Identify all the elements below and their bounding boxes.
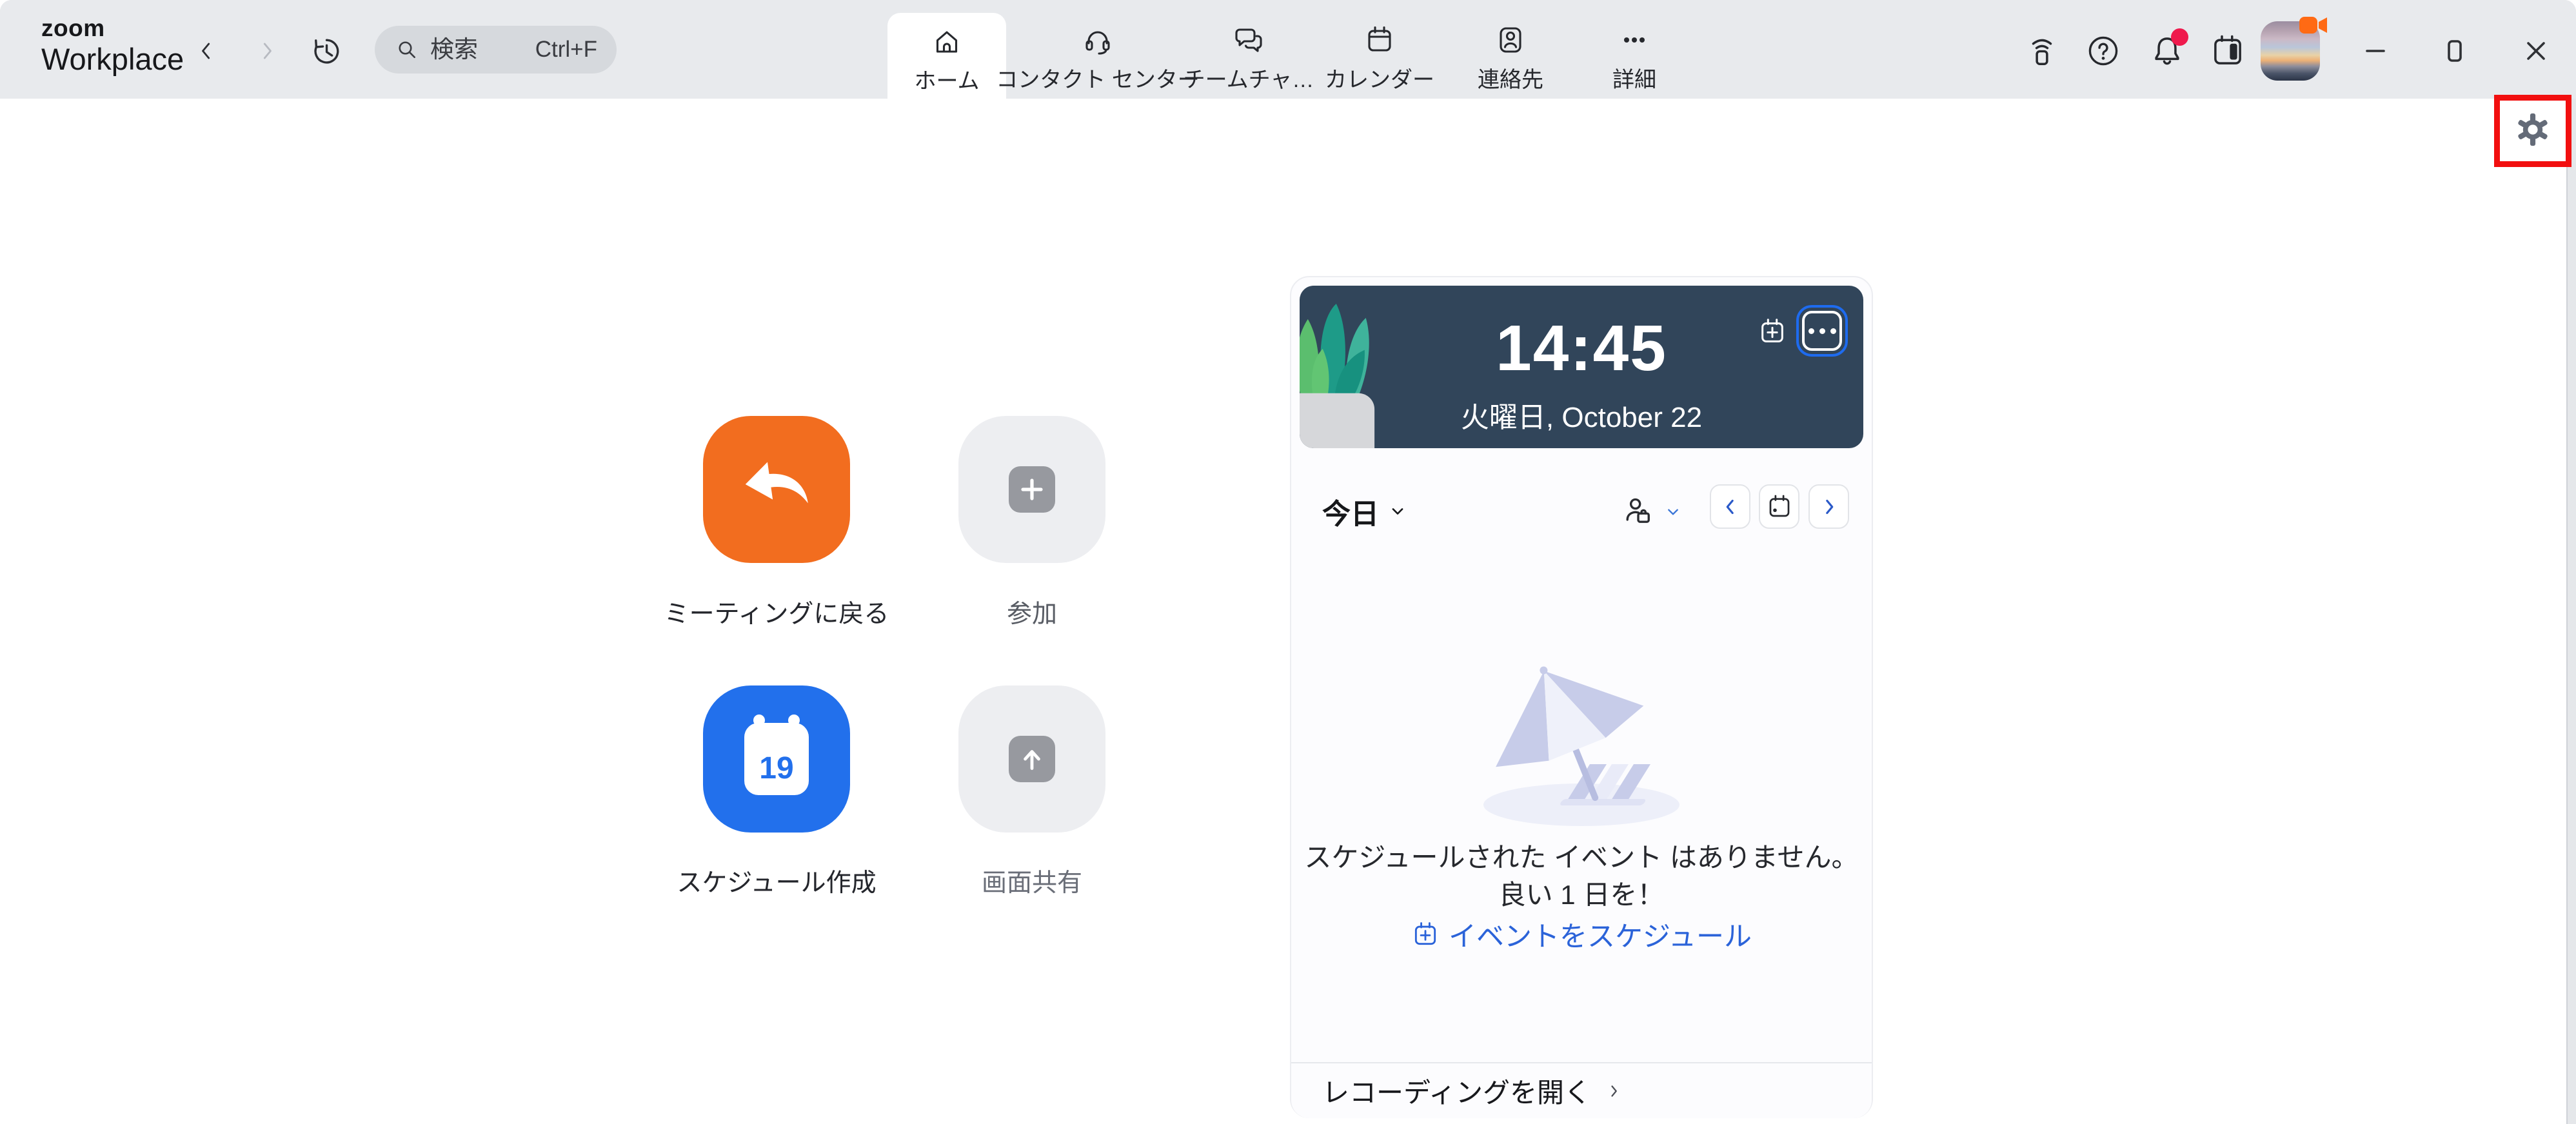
minimize-button[interactable] xyxy=(2355,30,2396,72)
return-to-meeting-button[interactable] xyxy=(703,416,850,563)
previous-day-button[interactable] xyxy=(1710,484,1750,529)
calendar-plus-icon xyxy=(1758,317,1787,346)
empty-state-line1: スケジュールされた イベント はありません。 xyxy=(1291,836,1872,875)
maximize-button[interactable] xyxy=(2434,30,2475,72)
chevron-down-icon xyxy=(1387,500,1409,522)
calendar-19-icon: 19 xyxy=(744,723,809,795)
zoom-workplace-logo: zoom Workplace xyxy=(41,16,184,75)
chevron-right-icon xyxy=(253,37,281,65)
device-signal-icon xyxy=(2025,34,2059,68)
join-button[interactable] xyxy=(958,416,1105,563)
notifications-button[interactable] xyxy=(2147,31,2187,71)
home-content: ミーティングに戻る 参加 19 スケジュール作成 画面共有 xyxy=(0,99,2576,1124)
profile-avatar[interactable] xyxy=(2261,21,2320,81)
share-screen-button[interactable] xyxy=(958,685,1105,833)
help-button[interactable] xyxy=(2083,31,2123,71)
connect-device-button[interactable] xyxy=(2022,31,2062,71)
beach-umbrella-illustration xyxy=(1443,655,1720,829)
schedule-label: スケジュール作成 xyxy=(641,863,912,899)
maximize-icon xyxy=(2439,35,2470,66)
tab-label: ホーム xyxy=(915,63,980,95)
calendar-hook xyxy=(753,715,765,726)
contacts-icon xyxy=(1495,23,1526,57)
person-filter-icon xyxy=(1621,495,1655,529)
scrollbar[interactable] xyxy=(2566,99,2576,1124)
help-icon xyxy=(2086,34,2120,68)
calendar-plus-icon xyxy=(1411,920,1440,949)
close-icon xyxy=(2521,35,2551,66)
calendar-icon xyxy=(1364,23,1395,57)
zoom-workplace-window: zoom Workplace Ctrl+F ホーム コンタクト センター xyxy=(0,0,2576,1124)
tab-label: コンタクト センター xyxy=(996,62,1199,94)
tab-label: 連絡先 xyxy=(1478,62,1543,94)
join-label: 参加 xyxy=(897,594,1167,630)
event-filter-dropdown[interactable] xyxy=(1621,493,1683,531)
title-bar: zoom Workplace Ctrl+F ホーム コンタクト センター xyxy=(0,0,2576,99)
schedule-event-link[interactable]: イベントをスケジュール xyxy=(1291,914,1872,954)
return-to-meeting-label: ミーティングに戻る xyxy=(641,594,912,630)
back-button[interactable] xyxy=(188,33,224,69)
notification-badge xyxy=(2171,28,2188,46)
minimize-icon xyxy=(2360,35,2391,66)
logo-line1: zoom xyxy=(41,16,184,41)
gear-icon xyxy=(2515,112,2551,148)
search-input[interactable] xyxy=(430,36,525,63)
schedule-event-label: イベントをスケジュール xyxy=(1449,914,1752,954)
clock-date: 火曜日, October 22 xyxy=(1300,394,1863,435)
empty-state-line2: 良い 1 日を！ xyxy=(1291,873,1872,912)
home-icon xyxy=(931,25,962,58)
close-button[interactable] xyxy=(2515,30,2557,72)
today-dropdown[interactable]: 今日 xyxy=(1322,491,1409,532)
ellipsis-icon xyxy=(1802,311,1842,351)
history-icon xyxy=(310,34,343,68)
forward-button[interactable] xyxy=(249,33,285,69)
schedule-button[interactable]: 19 xyxy=(703,685,850,833)
tab-label: チームチャ… xyxy=(1184,62,1314,94)
calendar-day-number: 19 xyxy=(759,751,793,786)
headset-icon xyxy=(1082,23,1113,57)
chevron-down-icon xyxy=(1663,502,1683,522)
ellipsis-icon xyxy=(1619,23,1650,57)
chevron-left-icon xyxy=(1718,495,1743,519)
open-recordings-row[interactable]: レコーディングを開く xyxy=(1291,1062,1872,1118)
chevron-right-icon xyxy=(1817,495,1841,519)
chevron-right-icon xyxy=(1604,1081,1623,1101)
open-recordings-label: レコーディングを開く xyxy=(1322,1071,1591,1110)
history-button[interactable] xyxy=(307,32,346,70)
today-label: 今日 xyxy=(1322,491,1379,532)
reply-arrow-icon xyxy=(730,443,824,537)
video-on-status-icon xyxy=(2299,15,2329,37)
clock-more-button[interactable] xyxy=(1796,305,1848,357)
calendar-hook xyxy=(788,715,800,726)
goto-today-button[interactable] xyxy=(1759,484,1799,529)
tab-label: カレンダー xyxy=(1325,62,1434,94)
tab-more[interactable]: 詳細 xyxy=(1557,0,1712,99)
tab-label: 詳細 xyxy=(1612,62,1656,94)
tab-home[interactable]: ホーム xyxy=(887,13,1006,99)
search-shortcut: Ctrl+F xyxy=(535,37,597,63)
share-screen-label: 画面共有 xyxy=(897,863,1167,899)
chat-bubbles-icon xyxy=(1233,23,1264,57)
next-day-button[interactable] xyxy=(1808,484,1849,529)
chevron-left-icon xyxy=(192,37,221,65)
calendar-dot-icon xyxy=(1766,493,1793,520)
plus-icon xyxy=(1009,466,1055,513)
settings-button[interactable] xyxy=(2512,108,2554,151)
logo-line2: Workplace xyxy=(41,43,184,75)
search-icon xyxy=(394,37,420,63)
search-box[interactable]: Ctrl+F xyxy=(375,26,617,74)
clock-widget: 14:45 火曜日, October 22 xyxy=(1300,286,1863,448)
add-event-button[interactable] xyxy=(1756,315,1788,348)
tab-contact-center[interactable]: コンタクト センター xyxy=(1020,0,1175,99)
upcoming-events-panel: 14:45 火曜日, October 22 今日 xyxy=(1290,276,1873,1118)
side-panel-toggle-button[interactable] xyxy=(2208,31,2248,71)
side-panel-icon xyxy=(2210,34,2245,68)
arrow-up-icon xyxy=(1009,736,1055,782)
